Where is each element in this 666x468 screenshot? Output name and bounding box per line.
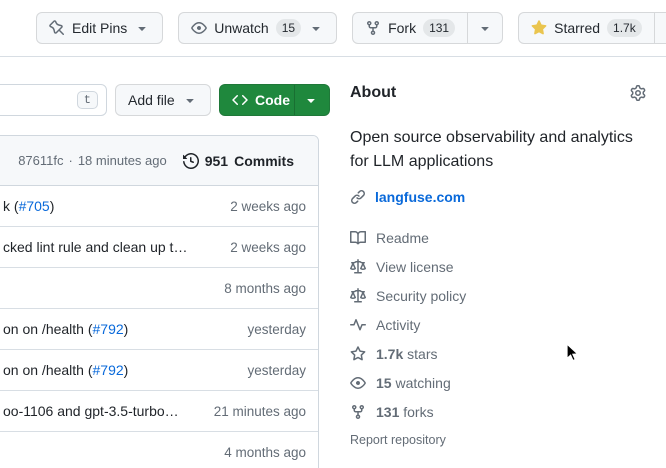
fork-label: Fork: [388, 20, 416, 36]
edit-pins-button[interactable]: Edit Pins: [36, 12, 163, 44]
watching-link[interactable]: 15 watching: [350, 368, 646, 397]
commit-age: yesterday: [247, 322, 306, 337]
book-icon: [350, 230, 366, 246]
file-list: 87611fc · 18 minutes ago 951 Commits k (…: [0, 135, 319, 468]
star-button-group: Starred 1.7k: [518, 12, 666, 44]
table-row: 4 months ago: [0, 432, 318, 468]
security-policy-link[interactable]: Security policy: [350, 281, 646, 310]
chevron-down-icon: [303, 92, 319, 108]
code-label: Code: [255, 92, 290, 108]
edit-pins-label: Edit Pins: [72, 20, 127, 36]
stars-count-badge: 1.7k: [607, 19, 642, 37]
add-file-label: Add file: [128, 92, 175, 108]
commit-sha-link[interactable]: 87611fc: [18, 153, 63, 168]
separator-dot: ·: [68, 153, 72, 168]
about-sidebar: About Open source observability and anal…: [350, 84, 646, 447]
pulse-icon: [350, 317, 366, 333]
commit-age: 4 months ago: [224, 445, 306, 460]
code-icon: [232, 92, 248, 108]
code-dropdown-button[interactable]: [294, 85, 329, 115]
chevron-down-icon: [308, 20, 324, 36]
add-file-button[interactable]: Add file: [115, 84, 211, 116]
gear-icon[interactable]: [630, 85, 646, 101]
law-icon: [350, 259, 366, 275]
star-icon: [531, 20, 547, 36]
stars-link[interactable]: 1.7k stars: [350, 339, 646, 368]
commit-age: yesterday: [247, 363, 306, 378]
fork-button[interactable]: Fork 131: [352, 12, 468, 44]
commit-message-link[interactable]: cked lint rule and clean up t…: [3, 239, 187, 255]
latest-commit-meta: 87611fc · 18 minutes ago: [18, 153, 167, 168]
watchers-count-badge: 15: [276, 19, 301, 37]
table-row: 8 months ago: [0, 268, 318, 309]
commits-count: 951: [205, 153, 228, 169]
issue-link[interactable]: #705: [19, 198, 50, 214]
forks-count-badge: 131: [423, 19, 455, 37]
eye-icon: [350, 375, 366, 391]
issue-link[interactable]: #792: [93, 321, 124, 337]
issue-link[interactable]: #792: [93, 362, 124, 378]
commit-message-link[interactable]: on on /health (#792): [3, 362, 128, 378]
starred-label: Starred: [554, 20, 600, 36]
fork-dropdown-button[interactable]: [467, 12, 503, 44]
commits-history-link[interactable]: 951 Commits: [183, 153, 294, 169]
code-button[interactable]: Code: [219, 84, 330, 116]
repo-description: Open source observability and analytics …: [350, 126, 646, 174]
star-dropdown-button[interactable]: [654, 12, 666, 44]
website-link[interactable]: langfuse.com: [375, 189, 465, 205]
go-to-file-input[interactable]: t: [0, 84, 107, 116]
unwatch-label: Unwatch: [214, 20, 268, 36]
latest-commit-bar: 87611fc · 18 minutes ago 951 Commits: [0, 136, 318, 186]
github-repo-page: Edit Pins Unwatch 15 Fork 131 Starred 1.: [0, 0, 666, 468]
eye-icon: [191, 20, 207, 36]
repo-action-bar: Edit Pins Unwatch 15 Fork 131 Starred 1.: [0, 0, 666, 57]
commit-age: 8 months ago: [224, 281, 306, 296]
commit-age: 2 weeks ago: [230, 240, 306, 255]
commit-message-link[interactable]: oo-1106 and gpt-3.5-turbo…: [3, 403, 179, 419]
commit-message-link[interactable]: k (#705): [3, 198, 54, 214]
link-icon: [350, 189, 366, 205]
fork-icon: [350, 404, 366, 420]
table-row: k (#705) 2 weeks ago: [0, 186, 318, 227]
activity-link[interactable]: Activity: [350, 310, 646, 339]
table-row: on on /health (#792) yesterday: [0, 309, 318, 350]
commit-age: 21 minutes ago: [214, 404, 306, 419]
report-repository-link[interactable]: Report repository: [350, 433, 646, 447]
table-row: on on /health (#792) yesterday: [0, 350, 318, 391]
fork-icon: [365, 20, 381, 36]
shortcut-key-hint: t: [77, 91, 98, 109]
chevron-down-icon: [182, 92, 198, 108]
license-link[interactable]: View license: [350, 252, 646, 281]
law-icon: [350, 288, 366, 304]
chevron-down-icon: [477, 20, 493, 36]
repo-website: langfuse.com: [350, 189, 646, 205]
chevron-down-icon: [134, 20, 150, 36]
about-title: About: [350, 84, 396, 102]
unwatch-button[interactable]: Unwatch 15: [178, 12, 337, 44]
star-icon: [350, 346, 366, 362]
starred-button[interactable]: Starred 1.7k: [518, 12, 655, 44]
fork-button-group: Fork 131: [352, 12, 503, 44]
readme-link[interactable]: Readme: [350, 223, 646, 252]
forks-link[interactable]: 131 forks: [350, 397, 646, 426]
history-icon: [183, 153, 199, 169]
table-row: cked lint rule and clean up t… 2 weeks a…: [0, 227, 318, 268]
table-row: oo-1106 and gpt-3.5-turbo… 21 minutes ag…: [0, 391, 318, 432]
commit-age: 2 weeks ago: [230, 199, 306, 214]
commits-label: Commits: [234, 153, 294, 169]
pin-icon: [49, 20, 65, 36]
commit-message-link[interactable]: on on /health (#792): [3, 321, 128, 337]
commit-time: 18 minutes ago: [78, 153, 167, 168]
